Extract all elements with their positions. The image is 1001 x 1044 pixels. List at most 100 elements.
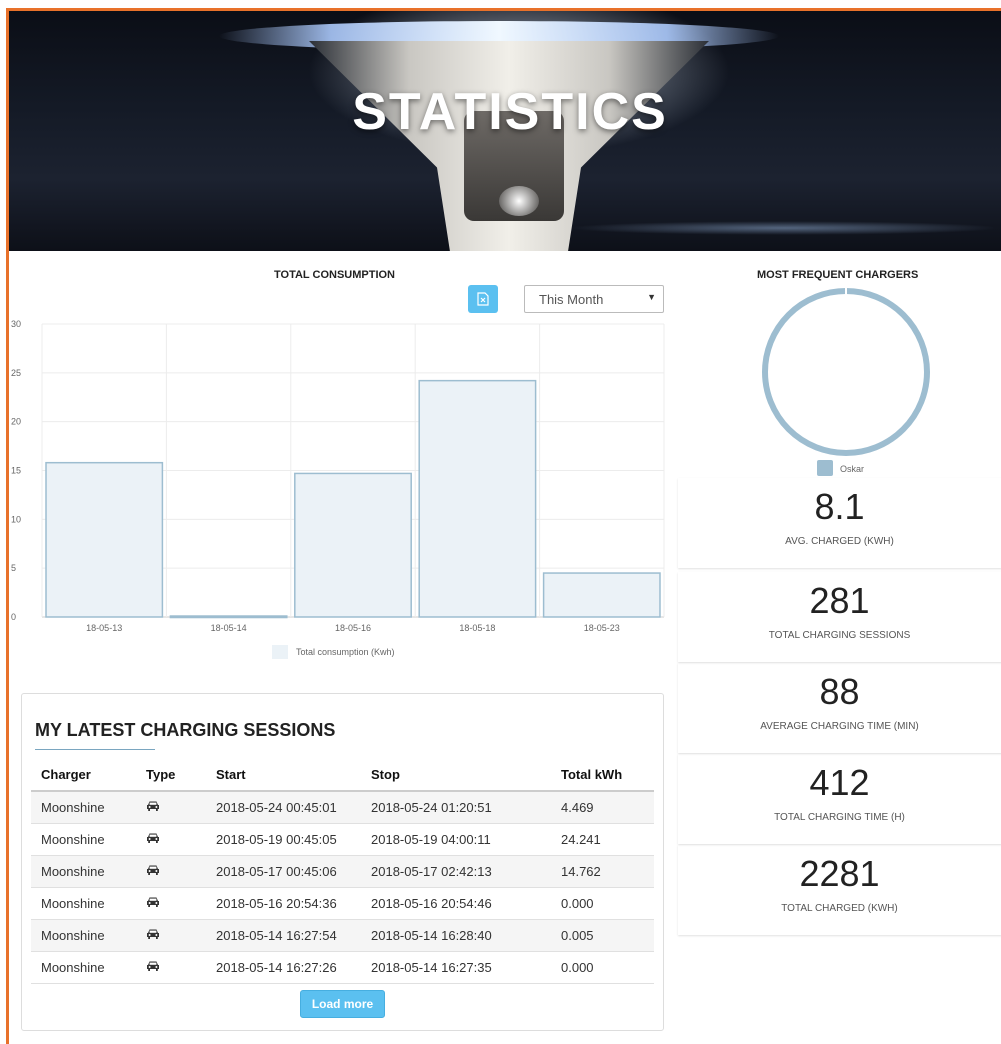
cell-type bbox=[136, 919, 206, 952]
bar-18-05-13 bbox=[45, 461, 164, 618]
y-tick-label: 20 bbox=[11, 417, 21, 427]
cell-charger: Moonshine bbox=[31, 791, 136, 824]
sessions-table: Charger Type Start Stop Total kWh Moonsh… bbox=[31, 758, 654, 984]
cell-total-kwh: 0.000 bbox=[551, 887, 654, 920]
frequent-chargers-title: MOST FREQUENT CHARGERS bbox=[757, 269, 919, 281]
table-row: Moonshine 2018-05-24 00:45:01 2018-05-24 0… bbox=[31, 791, 654, 824]
table-row: Moonshine 2018-05-14 16:27:54 2018-05-14 1… bbox=[31, 919, 654, 952]
panel-title: MY LATEST CHARGING SESSIONS bbox=[35, 720, 336, 740]
sessions-table-body: Moonshine 2018-05-24 00:45:01 2018-05-24 0… bbox=[31, 791, 654, 984]
cell-charger: Moonshine bbox=[31, 919, 136, 952]
y-tick-label: 0 bbox=[11, 612, 16, 622]
cell-charger: Moonshine bbox=[31, 855, 136, 888]
cell-start: 2018-05-14 16:27:54 bbox=[206, 919, 361, 952]
cell-start: 2018-05-14 16:27:26 bbox=[206, 951, 361, 984]
period-select-value: This Month bbox=[539, 292, 604, 307]
page-title: STATISTICS bbox=[352, 83, 668, 141]
car-icon bbox=[146, 960, 160, 975]
cell-type bbox=[136, 855, 206, 888]
cell-start: 2018-05-19 00:45:05 bbox=[206, 823, 361, 856]
car-icon bbox=[146, 832, 160, 847]
floor-glow bbox=[569, 221, 999, 235]
car-icon bbox=[146, 928, 160, 943]
col-type: Type bbox=[136, 758, 206, 792]
stat-card-avg-charged: 8.1 AVG. CHARGED (KWH) bbox=[678, 478, 1001, 568]
cell-type bbox=[136, 951, 206, 984]
cell-total-kwh: 4.469 bbox=[551, 791, 654, 824]
cell-stop: 2018-05-14 16:28:40 bbox=[361, 919, 551, 952]
x-tick-label: 18-05-18 bbox=[459, 623, 495, 633]
cell-charger: Moonshine bbox=[31, 823, 136, 856]
load-more-button[interactable]: Load more bbox=[300, 990, 385, 1018]
y-tick-label: 5 bbox=[11, 563, 16, 573]
cell-total-kwh: 14.762 bbox=[551, 855, 654, 888]
donut-legend-label: Oskar bbox=[840, 464, 865, 474]
frequent-chargers-donut bbox=[762, 287, 930, 456]
period-select[interactable]: This Month ▼ bbox=[524, 285, 664, 313]
stat-label: AVERAGE CHARGING TIME (MIN) bbox=[760, 721, 919, 732]
col-stop: Stop bbox=[361, 758, 551, 792]
car-icon bbox=[146, 800, 160, 815]
cell-type bbox=[136, 823, 206, 856]
chart-legend-label: Total consumption (Kwh) bbox=[296, 647, 395, 657]
stat-label: TOTAL CHARGING SESSIONS bbox=[768, 630, 911, 641]
y-tick-label: 10 bbox=[11, 514, 21, 524]
cell-total-kwh: 0.005 bbox=[551, 919, 654, 952]
table-row: Moonshine 2018-05-16 20:54:36 2018-05-16 2… bbox=[31, 887, 654, 920]
stat-card-total-sessions: 281 TOTAL CHARGING SESSIONS bbox=[678, 572, 1001, 662]
col-total-kwh: Total kWh bbox=[551, 758, 654, 792]
table-row: Moonshine 2018-05-17 00:45:06 2018-05-17 0… bbox=[31, 855, 654, 888]
car-icon bbox=[146, 864, 160, 879]
table-row: Moonshine 2018-05-19 00:45:05 2018-05-19 0… bbox=[31, 823, 654, 856]
table-row: Moonshine 2018-05-14 16:27:26 2018-05-14 1… bbox=[31, 951, 654, 984]
stat-value: 8.1 bbox=[814, 486, 865, 527]
cell-type bbox=[136, 887, 206, 920]
chevron-down-icon: ▼ bbox=[647, 292, 656, 302]
cell-stop: 2018-05-19 04:00:11 bbox=[361, 823, 551, 856]
export-button[interactable] bbox=[468, 285, 498, 313]
stat-label: TOTAL CHARGED (KWH) bbox=[781, 903, 898, 914]
bar-18-05-16 bbox=[294, 472, 412, 618]
latest-sessions-panel: MY LATEST CHARGING SESSIONS Charger Type… bbox=[21, 693, 664, 1031]
y-tick-label: 25 bbox=[11, 368, 21, 378]
x-tick-label: 18-05-16 bbox=[335, 623, 371, 633]
cell-stop: 2018-05-17 02:42:13 bbox=[361, 855, 551, 888]
col-charger: Charger bbox=[31, 758, 136, 792]
bar-18-05-18 bbox=[418, 379, 537, 618]
table-header-row: Charger Type Start Stop Total kWh bbox=[31, 758, 654, 792]
title-underline bbox=[35, 749, 155, 750]
cell-stop: 2018-05-16 20:54:46 bbox=[361, 887, 551, 920]
stat-card-avg-time: 88 AVERAGE CHARGING TIME (MIN) bbox=[678, 663, 1001, 753]
cell-start: 2018-05-16 20:54:36 bbox=[206, 887, 361, 920]
cell-stop: 2018-05-24 01:20:51 bbox=[361, 791, 551, 824]
col-start: Start bbox=[206, 758, 361, 792]
bar-18-05-14 bbox=[169, 615, 288, 619]
cell-charger: Moonshine bbox=[31, 951, 136, 984]
car-icon bbox=[146, 896, 160, 911]
stat-value: 412 bbox=[809, 762, 870, 803]
excel-export-icon bbox=[477, 292, 489, 306]
stat-value: 281 bbox=[809, 580, 870, 621]
x-tick-label: 18-05-23 bbox=[584, 623, 620, 633]
bar-18-05-23 bbox=[542, 572, 661, 618]
page-top bbox=[0, 0, 1001, 8]
donut-legend-swatch bbox=[817, 460, 833, 476]
donut-slice-oskar[interactable] bbox=[762, 288, 930, 456]
cell-type bbox=[136, 791, 206, 824]
cell-start: 2018-05-24 00:45:01 bbox=[206, 791, 361, 824]
stat-label: AVG. CHARGED (KWH) bbox=[785, 536, 894, 547]
cell-start: 2018-05-17 00:45:06 bbox=[206, 855, 361, 888]
cell-total-kwh: 24.241 bbox=[551, 823, 654, 856]
y-tick-label: 15 bbox=[11, 466, 21, 476]
consumption-title: TOTAL CONSUMPTION bbox=[274, 269, 395, 281]
x-tick-label: 18-05-13 bbox=[86, 623, 122, 633]
stat-label: TOTAL CHARGING TIME (H) bbox=[774, 812, 905, 823]
chart-legend-swatch bbox=[272, 645, 288, 659]
cell-total-kwh: 0.000 bbox=[551, 951, 654, 984]
stat-value: 2281 bbox=[799, 853, 880, 894]
stat-card-total-time: 412 TOTAL CHARGING TIME (H) bbox=[678, 754, 1001, 844]
cell-stop: 2018-05-14 16:27:35 bbox=[361, 951, 551, 984]
stat-value: 88 bbox=[819, 671, 860, 712]
consumption-chart: 0 5 10 15 20 25 30 18-05-13 18-05-14 18-05-16 18-0… bbox=[11, 319, 665, 633]
charger-led bbox=[499, 186, 539, 216]
